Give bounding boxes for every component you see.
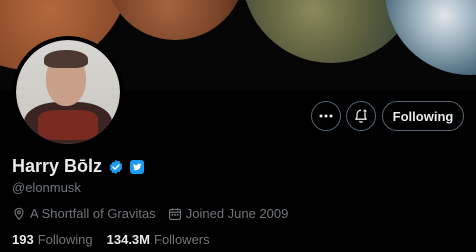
- planet-mars-2: [105, 0, 245, 40]
- username-handle: @elonmusk: [12, 180, 81, 195]
- display-name: Harry Bōlz: [12, 156, 103, 176]
- location-item: A Shortfall of Gravitas: [12, 206, 156, 221]
- location-pin-icon: [14, 207, 24, 220]
- followers-count[interactable]: 134.3M: [107, 232, 150, 247]
- profile-meta: A Shortfall of Gravitas Joined June 2009: [12, 206, 300, 221]
- following-label[interactable]: Following: [38, 232, 93, 247]
- verified-badge-icon[interactable]: [108, 159, 124, 175]
- joined-text: Joined June 2009: [185, 206, 289, 221]
- joined-item: Joined June 2009: [168, 206, 289, 221]
- avatar-photo: [16, 40, 120, 144]
- more-icon: [319, 114, 333, 118]
- avatar-hair: [44, 50, 88, 68]
- location-text: A Shortfall of Gravitas: [30, 206, 156, 221]
- avatar-suit-detail: [38, 110, 98, 140]
- following-button[interactable]: Following: [382, 101, 464, 131]
- avatar[interactable]: [12, 36, 124, 148]
- notifications-button[interactable]: [346, 101, 376, 131]
- calendar-icon: [168, 207, 181, 220]
- followers-label[interactable]: Followers: [154, 232, 210, 247]
- name-row: Harry Bōlz: [12, 156, 145, 177]
- planet-earth: [385, 0, 476, 75]
- follow-stats: 193 Following 134.3M Followers: [12, 232, 224, 247]
- more-button[interactable]: [311, 101, 341, 131]
- following-count[interactable]: 193: [12, 232, 34, 247]
- notification-bell-icon: [355, 109, 367, 123]
- twitter-badge-icon: [130, 159, 145, 174]
